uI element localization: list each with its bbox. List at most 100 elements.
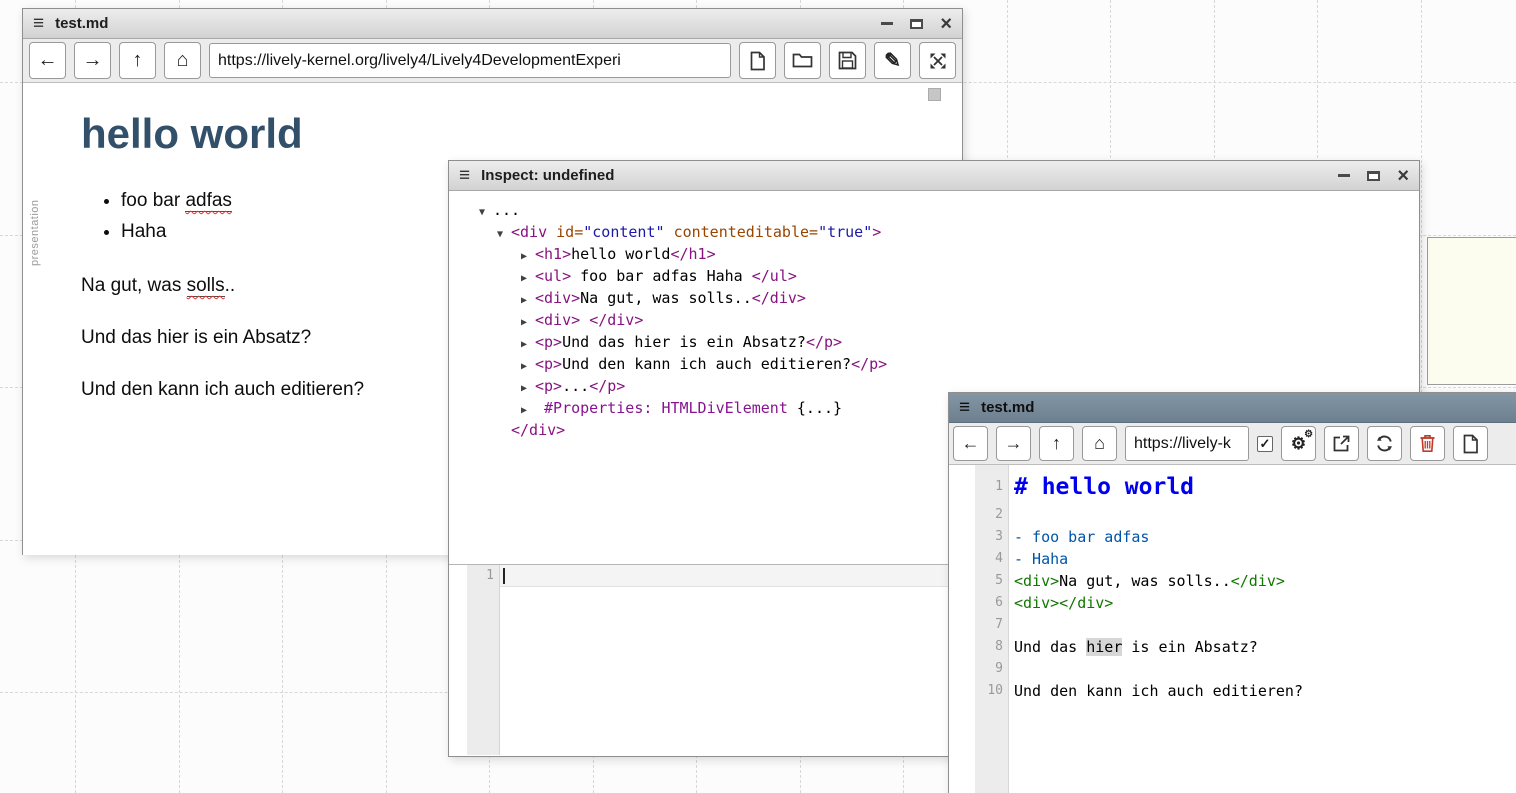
- new-file-button[interactable]: [1453, 426, 1488, 461]
- code-token: </ul>: [752, 267, 797, 285]
- line-number[interactable]: 1: [975, 470, 1008, 504]
- code-line[interactable]: - foo bar adfas: [1014, 526, 1516, 548]
- close-button[interactable]: ×: [1397, 166, 1409, 186]
- menu-icon[interactable]: ≡: [33, 14, 44, 33]
- tree-node[interactable]: ▼<div id="content" contenteditable="true…: [449, 221, 1419, 243]
- code-line[interactable]: # hello world: [1014, 470, 1516, 504]
- line-number[interactable]: 10: [975, 680, 1008, 702]
- line-number[interactable]: 6: [975, 592, 1008, 614]
- code-line[interactable]: <div>Na gut, was solls..</div>: [1014, 570, 1516, 592]
- url-input[interactable]: [1125, 426, 1249, 461]
- editor-gutter[interactable]: 12345678910: [975, 465, 1009, 793]
- url-input[interactable]: [209, 43, 731, 78]
- forward-button[interactable]: →: [74, 42, 111, 79]
- delete-button[interactable]: [1410, 426, 1445, 461]
- code-line[interactable]: <div></div>: [1014, 592, 1516, 614]
- external-link-icon: [1332, 434, 1351, 453]
- code-line[interactable]: [1014, 504, 1516, 526]
- back-button[interactable]: ←: [29, 42, 66, 79]
- home-button[interactable]: ⌂: [1082, 426, 1117, 461]
- open-folder-button[interactable]: [784, 42, 821, 79]
- trash-icon: [1419, 434, 1436, 453]
- settings-button[interactable]: ⚙⚙: [1281, 426, 1316, 461]
- open-external-button[interactable]: [1324, 426, 1359, 461]
- tree-node[interactable]: ▼...: [449, 199, 1419, 221]
- edit-button[interactable]: ✎: [874, 42, 911, 79]
- mini-editor-margin: [449, 565, 467, 755]
- maximize-button[interactable]: [910, 19, 923, 29]
- code-token: Und den kann ich auch editieren?: [1014, 682, 1303, 700]
- markdown-editor-window: ≡ test.md ← → ↑ ⌂ ✓ ⚙⚙: [948, 392, 1516, 793]
- collapse-arrow-icon[interactable]: ▼: [497, 224, 511, 246]
- window-controls: ×: [1338, 166, 1409, 186]
- code-token: - foo bar adfas: [1014, 528, 1149, 546]
- expand-icon: [928, 51, 948, 71]
- code-token: # hello world: [1014, 474, 1194, 500]
- code-line[interactable]: Und den kann ich auch editieren?: [1014, 680, 1516, 702]
- options-checkbox[interactable]: ✓: [1257, 436, 1273, 452]
- code-token: [580, 311, 589, 329]
- refresh-button[interactable]: [1367, 426, 1402, 461]
- up-icon: ↑: [133, 49, 143, 72]
- tree-node[interactable]: ▶<p>Und das hier is ein Absatz?</p>: [449, 331, 1419, 353]
- home-button[interactable]: ⌂: [164, 42, 201, 79]
- titlebar[interactable]: ≡ test.md ×: [23, 9, 962, 39]
- code-token: Na gut, was solls..: [580, 289, 752, 307]
- tree-node[interactable]: ▶<div> </div>: [449, 309, 1419, 331]
- collapse-arrow-icon[interactable]: ▼: [479, 202, 493, 224]
- maximize-icon: [1367, 171, 1380, 181]
- code-token: hello world: [571, 245, 670, 263]
- line-number[interactable]: 4: [975, 548, 1008, 570]
- up-button[interactable]: ↑: [1039, 426, 1074, 461]
- tree-node[interactable]: ▶<ul> foo bar adfas Haha </ul>: [449, 265, 1419, 287]
- minimize-button[interactable]: [881, 22, 893, 25]
- forward-icon: →: [83, 49, 103, 72]
- tree-node[interactable]: ▶<div>Na gut, was solls..</div>: [449, 287, 1419, 309]
- code-token: ...: [562, 377, 589, 395]
- code-line[interactable]: [1014, 658, 1516, 680]
- line-number[interactable]: 1: [467, 565, 499, 587]
- code-token: "true": [818, 223, 872, 241]
- code-token: hier: [1086, 638, 1122, 656]
- tree-node[interactable]: ▶<p>Und den kann ich auch editieren?</p>: [449, 353, 1419, 375]
- new-file-button[interactable]: [739, 42, 776, 79]
- code-token: <div></div>: [1014, 594, 1113, 612]
- titlebar[interactable]: ≡ test.md: [949, 393, 1516, 423]
- home-icon: ⌂: [176, 49, 188, 72]
- window-title: test.md: [55, 15, 870, 32]
- preview-heading[interactable]: hello world: [81, 83, 962, 158]
- save-button[interactable]: [829, 42, 866, 79]
- titlebar[interactable]: ≡ Inspect: undefined ×: [449, 161, 1419, 191]
- line-number[interactable]: 9: [975, 658, 1008, 680]
- line-number[interactable]: 7: [975, 614, 1008, 636]
- close-button[interactable]: ×: [940, 14, 952, 34]
- line-number[interactable]: 5: [975, 570, 1008, 592]
- code-token: </p>: [589, 377, 625, 395]
- resize-widget[interactable]: [928, 88, 941, 101]
- up-button[interactable]: ↑: [119, 42, 156, 79]
- code-line[interactable]: [1014, 614, 1516, 636]
- code-token: </div>: [511, 421, 565, 439]
- maximize-button[interactable]: [1367, 171, 1380, 181]
- tree-node[interactable]: ▶<h1>hello world</h1>: [449, 243, 1419, 265]
- code-token: Und das hier is ein Absatz?: [562, 333, 806, 351]
- menu-icon[interactable]: ≡: [459, 166, 470, 185]
- forward-button[interactable]: →: [996, 426, 1031, 461]
- line-number[interactable]: 2: [975, 504, 1008, 526]
- line-number[interactable]: 3: [975, 526, 1008, 548]
- editor-code[interactable]: # hello world - foo bar adfas - Haha<div>N…: [1009, 465, 1516, 793]
- text-span: foo bar: [121, 190, 185, 211]
- home-icon: ⌂: [1094, 433, 1105, 454]
- new-file-icon: [749, 51, 766, 71]
- back-button[interactable]: ←: [953, 426, 988, 461]
- menu-icon[interactable]: ≡: [959, 398, 970, 417]
- minimize-button[interactable]: [1338, 174, 1350, 177]
- line-number[interactable]: 8: [975, 636, 1008, 658]
- code-editor[interactable]: 12345678910 # hello world - foo bar adfas…: [949, 465, 1516, 793]
- code-line[interactable]: Und das hier is ein Absatz?: [1014, 636, 1516, 658]
- code-token: </div>: [589, 311, 643, 329]
- code-line[interactable]: - Haha: [1014, 548, 1516, 570]
- fullscreen-button[interactable]: [919, 42, 956, 79]
- code-token: <div: [511, 223, 556, 241]
- mini-editor-gutter[interactable]: 1: [467, 565, 500, 755]
